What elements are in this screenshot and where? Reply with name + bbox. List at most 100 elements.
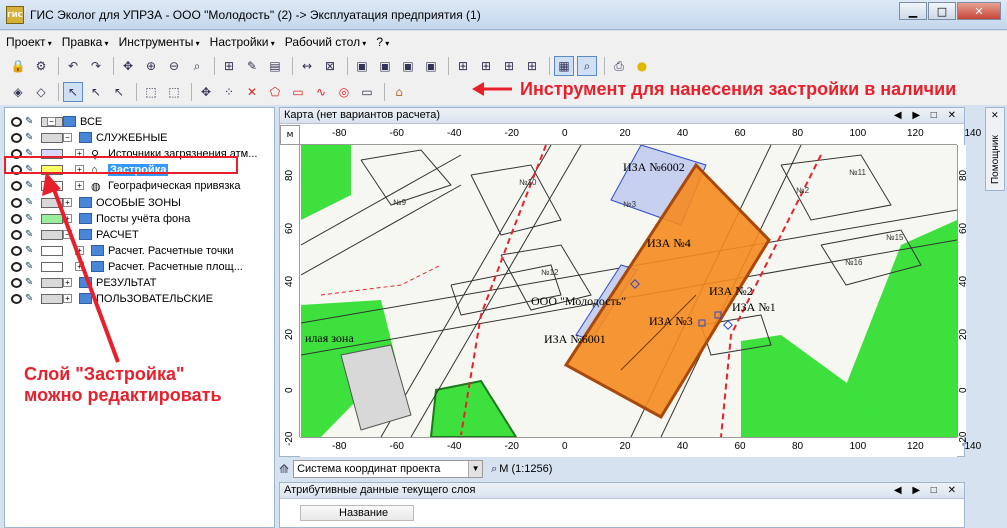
window-1-icon[interactable]: ▣ xyxy=(352,56,372,76)
delete-icon[interactable]: ✕ xyxy=(242,82,262,102)
circle-icon[interactable]: ◎ xyxy=(334,82,354,102)
layer-row[interactable]: ✎ + РЕЗУЛЬТАТ xyxy=(5,275,274,291)
building-tool-icon[interactable]: ⌂ xyxy=(389,82,409,102)
pan-icon[interactable]: ✥ xyxy=(118,56,138,76)
minimize-button[interactable]: ▁ xyxy=(899,2,927,20)
grid-d-icon[interactable]: ⊞ xyxy=(522,56,542,76)
menu-tools[interactable]: Инструменты xyxy=(119,35,200,49)
layer-row[interactable]: ✎ + ПОЛЬЗОВАТЕЛЬСКИЕ xyxy=(5,291,274,307)
helper-tab[interactable]: ✕ Помощник xyxy=(985,107,1005,191)
lock-icon[interactable]: 🔒 xyxy=(8,56,28,76)
layer-color-swatch[interactable] xyxy=(41,278,63,288)
monitor-icon[interactable]: ▭ xyxy=(357,82,377,102)
rect-draw-icon[interactable]: ▭ xyxy=(288,82,308,102)
grid-a-icon[interactable]: ⊞ xyxy=(453,56,473,76)
edit-layer-icon[interactable]: ✎ xyxy=(25,229,39,241)
visibility-eye-icon[interactable] xyxy=(11,294,22,305)
menu-settings[interactable]: Настройки xyxy=(210,35,275,49)
visibility-eye-icon[interactable] xyxy=(11,213,22,224)
layer-color-swatch[interactable] xyxy=(41,213,63,224)
layer-row[interactable]: ✎ + ◍ Географическая привязка xyxy=(5,178,274,194)
edit-layer-icon[interactable]: ✎ xyxy=(25,180,39,192)
coord-system-select[interactable]: Система координат проекта ▼ xyxy=(293,460,484,478)
expand-toggle-icon[interactable]: − xyxy=(47,117,56,126)
layer-row[interactable]: ✎ + Расчет. Расчетные площ... xyxy=(5,259,274,275)
redo-icon[interactable]: ↷ xyxy=(86,56,106,76)
select-rect-icon[interactable]: ⬚ xyxy=(164,82,184,102)
search-map-icon[interactable]: ⌕ xyxy=(577,56,597,76)
expand-toggle-icon[interactable]: + xyxy=(63,278,72,287)
zoom-level[interactable]: М (1:1256) xyxy=(499,463,552,475)
curve-icon[interactable]: ∿ xyxy=(311,82,331,102)
edit-object-icon[interactable]: ✎ xyxy=(242,56,262,76)
window-2-icon[interactable]: ▣ xyxy=(375,56,395,76)
zoom-in-icon[interactable]: ⊕ xyxy=(141,56,161,76)
delete-grid-icon[interactable]: ⊠ xyxy=(320,56,340,76)
edit-layer-icon[interactable]: ✎ xyxy=(25,213,39,225)
layer-row[interactable]: ✎ − РАСЧЕТ xyxy=(5,227,274,243)
select-arrow-icon[interactable]: ↖ xyxy=(63,82,83,102)
edit-layer-icon[interactable]: ✎ xyxy=(25,197,39,209)
visibility-eye-icon[interactable] xyxy=(11,117,22,127)
menu-desktop[interactable]: Рабочий стол xyxy=(285,35,367,49)
layer-row[interactable]: ✎ − СЛУЖЕБНЫЕ xyxy=(5,130,274,146)
expand-toggle-icon[interactable]: − xyxy=(63,229,72,239)
layer-color-swatch[interactable] xyxy=(41,133,63,144)
layer-row[interactable]: ✎ − ВСЕ xyxy=(5,114,274,130)
visibility-eye-icon[interactable] xyxy=(11,278,22,288)
polygon-icon[interactable]: ⬠ xyxy=(265,82,285,102)
layer-color-swatch[interactable] xyxy=(41,261,63,272)
map-drawing[interactable]: ИЗА №6002 ИЗА №4 ИЗА №2 ИЗА №1 ИЗА №3 ИЗ… xyxy=(301,145,957,437)
window-4-icon[interactable]: ▣ xyxy=(421,56,441,76)
layer-color-swatch[interactable] xyxy=(41,197,63,208)
edit-layer-icon[interactable]: ✎ xyxy=(25,116,39,128)
undo-icon[interactable]: ↶ xyxy=(63,56,83,76)
add-object-icon[interactable]: ⊞ xyxy=(219,56,239,76)
select-add-icon[interactable]: ↖ xyxy=(109,82,129,102)
grid-b-icon[interactable]: ⊞ xyxy=(476,56,496,76)
layer-color-swatch[interactable] xyxy=(41,229,63,240)
layer-edit-icon[interactable]: ◈ xyxy=(8,82,28,102)
zoom-out-icon[interactable]: ⊖ xyxy=(164,56,184,76)
expand-toggle-icon[interactable]: + xyxy=(63,213,72,223)
chip-icon[interactable]: ▦ xyxy=(554,56,574,76)
maximize-button[interactable]: □ xyxy=(928,2,956,20)
edit-layer-icon[interactable]: ✎ xyxy=(25,293,39,305)
expand-toggle-icon[interactable]: + xyxy=(75,181,84,191)
expand-toggle-icon[interactable]: + xyxy=(75,261,84,271)
properties-icon[interactable]: ▤ xyxy=(265,56,285,76)
source-iza1-marker[interactable] xyxy=(723,320,733,330)
expand-toggle-icon[interactable]: − xyxy=(63,133,72,143)
edit-layer-icon[interactable]: ✎ xyxy=(25,245,39,257)
menu-edit[interactable]: Правка xyxy=(62,35,109,49)
panel-controls[interactable]: ◀ ▶ □ ✕ xyxy=(894,108,960,123)
visibility-eye-icon[interactable] xyxy=(11,229,22,240)
layer-erase-icon[interactable]: ◇ xyxy=(31,82,51,102)
visibility-eye-icon[interactable] xyxy=(11,181,22,192)
visibility-eye-icon[interactable] xyxy=(11,261,22,272)
visibility-eye-icon[interactable] xyxy=(11,133,22,144)
layer-row[interactable]: ✎ + Расчет. Расчетные точки xyxy=(5,243,274,259)
grid-c-icon[interactable]: ⊞ xyxy=(499,56,519,76)
edit-layer-icon[interactable]: ✎ xyxy=(25,277,39,289)
layer-row[interactable]: ✎ + ОСОБЫЕ ЗОНЫ xyxy=(5,195,274,211)
menu-help[interactable]: ? xyxy=(376,35,389,49)
edit-layer-icon[interactable]: ✎ xyxy=(25,132,39,144)
layer-color-swatch[interactable] xyxy=(41,181,63,192)
chevron-down-icon[interactable]: ▼ xyxy=(468,461,483,477)
layer-color-swatch[interactable] xyxy=(41,294,63,305)
select-area-icon[interactable]: ⬚ xyxy=(141,82,161,102)
column-name-header[interactable]: Название xyxy=(300,505,414,521)
layer-color-swatch[interactable] xyxy=(41,245,63,256)
layer-row[interactable]: ✎ + Посты учёта фона xyxy=(5,211,274,227)
close-button[interactable]: ✕ xyxy=(957,2,1001,20)
window-3-icon[interactable]: ▣ xyxy=(398,56,418,76)
print-icon[interactable]: ⎙ xyxy=(609,56,629,76)
snap-icon[interactable]: ⁘ xyxy=(219,82,239,102)
measure-icon[interactable]: ↔ xyxy=(297,56,317,76)
attributes-panel-controls[interactable]: ◀ ▶ □ ✕ xyxy=(894,483,960,498)
expand-toggle-icon[interactable]: + xyxy=(63,197,72,207)
visibility-eye-icon[interactable] xyxy=(11,245,22,256)
expand-toggle-icon[interactable]: + xyxy=(75,245,84,255)
settings-gear-icon[interactable]: ⚙ xyxy=(31,56,51,76)
